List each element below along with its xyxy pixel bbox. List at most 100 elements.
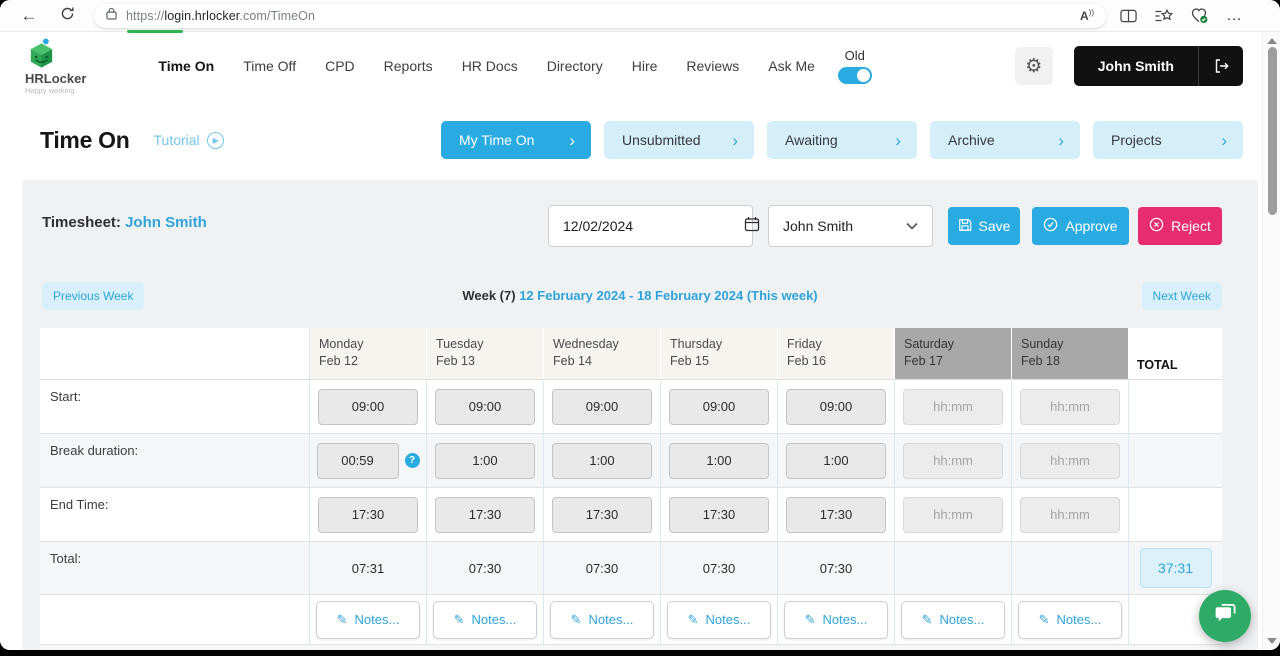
end-input-saturday[interactable]: [903, 497, 1003, 533]
next-week-button[interactable]: Next Week: [1142, 282, 1222, 310]
employee-select[interactable]: John Smith: [768, 205, 933, 247]
more-menu-icon[interactable]: …: [1226, 7, 1248, 25]
page-load-progress: [127, 30, 183, 33]
save-button[interactable]: Save: [948, 207, 1020, 245]
tab-unsubmitted[interactable]: Unsubmitted›: [604, 121, 754, 159]
read-aloud-icon[interactable]: A)): [1080, 8, 1094, 23]
start-input-sunday[interactable]: [1020, 389, 1120, 425]
check-circle-icon: [1043, 217, 1058, 235]
scrollbar-up-arrow[interactable]: [1267, 38, 1277, 44]
browser-toolbar: ← https://login.hrlocker.com/TimeOn A)): [0, 0, 1280, 32]
split-screen-icon[interactable]: [1120, 9, 1137, 23]
total-cell-total: 37:31: [1129, 542, 1222, 594]
start-input-friday[interactable]: [786, 389, 886, 425]
notes-button-monday[interactable]: ✎Notes...: [316, 601, 420, 639]
cell-start-thursday: [661, 380, 778, 433]
tab-awaiting[interactable]: Awaiting›: [767, 121, 917, 159]
tutorial-link[interactable]: Tutorial ▶: [154, 132, 224, 149]
cell-total-friday: 07:30: [778, 542, 895, 594]
end-input-friday[interactable]: [786, 497, 886, 533]
cell-total-tuesday: 07:30: [427, 542, 544, 594]
start-input-monday[interactable]: [318, 389, 418, 425]
end-input-sunday[interactable]: [1020, 497, 1120, 533]
end-input-tuesday[interactable]: [435, 497, 535, 533]
row-end: End Time:: [40, 488, 1222, 542]
break-input-monday[interactable]: [317, 443, 399, 479]
day-date: Feb 14: [553, 353, 592, 370]
nav-item-reviews[interactable]: Reviews: [686, 58, 739, 74]
end-input-monday[interactable]: [318, 497, 418, 533]
day-header-sunday: SundayFeb 18: [1012, 328, 1129, 379]
start-input-saturday[interactable]: [903, 389, 1003, 425]
break-input-saturday[interactable]: [903, 443, 1003, 479]
help-icon[interactable]: ?: [405, 453, 420, 468]
start-input-wednesday[interactable]: [552, 389, 652, 425]
page-scrollbar[interactable]: [1262, 32, 1280, 650]
cell-break-wednesday: [544, 434, 661, 487]
break-input-thursday[interactable]: [669, 443, 769, 479]
tab-projects[interactable]: Projects›: [1093, 121, 1243, 159]
notes-button-sunday[interactable]: ✎Notes...: [1018, 601, 1122, 639]
day-name: Thursday: [670, 336, 722, 353]
favorites-icon[interactable]: [1154, 8, 1173, 24]
address-bar[interactable]: https://login.hrlocker.com/TimeOn A)): [94, 4, 1106, 28]
browser-essentials-icon[interactable]: [1190, 7, 1209, 24]
nav-item-hr-docs[interactable]: HR Docs: [462, 58, 518, 74]
date-picker[interactable]: [548, 205, 753, 247]
user-menu-button[interactable]: John Smith: [1074, 46, 1243, 86]
cell-notes-sunday: ✎Notes...: [1012, 595, 1129, 644]
approve-button[interactable]: Approve: [1032, 207, 1129, 245]
nav-item-ask-me[interactable]: Ask Me: [768, 58, 815, 74]
chat-widget-button[interactable]: [1199, 590, 1251, 642]
browser-refresh-icon[interactable]: [56, 6, 78, 26]
nav-item-time-on[interactable]: Time On: [158, 58, 214, 74]
break-input-tuesday[interactable]: [435, 443, 535, 479]
notes-button-wednesday[interactable]: ✎Notes...: [550, 601, 654, 639]
start-input-tuesday[interactable]: [435, 389, 535, 425]
scrollbar-down-arrow[interactable]: [1267, 638, 1277, 644]
tab-label: Unsubmitted: [622, 132, 701, 148]
break-input-sunday[interactable]: [1020, 443, 1120, 479]
notes-label: Notes...: [472, 612, 517, 627]
total-cell-end: [1129, 488, 1222, 541]
day-header-monday: MondayFeb 12: [310, 328, 427, 379]
scrollbar-thumb[interactable]: [1268, 47, 1277, 215]
total-value-friday: 07:30: [820, 561, 853, 576]
logout-icon[interactable]: [1199, 46, 1243, 86]
timesheet-title: Timesheet: John Smith: [42, 214, 207, 231]
start-input-thursday[interactable]: [669, 389, 769, 425]
old-toggle-label: Old: [845, 48, 865, 63]
table-corner-cell: [40, 328, 310, 379]
browser-back-icon[interactable]: ←: [18, 6, 40, 26]
hrlocker-logo[interactable]: HRLocker Happy working.: [25, 38, 86, 95]
break-input-wednesday[interactable]: [552, 443, 652, 479]
notes-button-tuesday[interactable]: ✎Notes...: [433, 601, 537, 639]
old-toggle-switch[interactable]: [838, 67, 872, 84]
notes-label: Notes...: [355, 612, 400, 627]
notes-button-friday[interactable]: ✎Notes...: [784, 601, 888, 639]
nav-item-cpd[interactable]: CPD: [325, 58, 355, 74]
date-input[interactable]: [563, 218, 744, 234]
day-name: Wednesday: [553, 336, 619, 353]
notes-button-saturday[interactable]: ✎Notes...: [901, 601, 1005, 639]
reject-button[interactable]: Reject: [1138, 207, 1222, 245]
nav-item-time-off[interactable]: Time Off: [243, 58, 296, 74]
calendar-icon: [744, 216, 760, 237]
end-input-thursday[interactable]: [669, 497, 769, 533]
nav-item-directory[interactable]: Directory: [547, 58, 603, 74]
nav-item-reports[interactable]: Reports: [384, 58, 433, 74]
notes-button-thursday[interactable]: ✎Notes...: [667, 601, 771, 639]
total-value-monday: 07:31: [352, 561, 385, 576]
break-input-friday[interactable]: [786, 443, 886, 479]
row-break: Break duration:?: [40, 434, 1222, 488]
notes-label: Notes...: [940, 612, 985, 627]
settings-button[interactable]: ⚙: [1015, 47, 1053, 85]
logo-cube-icon: [25, 38, 58, 70]
end-input-wednesday[interactable]: [552, 497, 652, 533]
nav-item-hire[interactable]: Hire: [632, 58, 658, 74]
cell-start-friday: [778, 380, 895, 433]
tab-my-time-on[interactable]: My Time On›: [441, 121, 591, 159]
cell-notes-wednesday: ✎Notes...: [544, 595, 661, 644]
tab-archive[interactable]: Archive›: [930, 121, 1080, 159]
tab-label: Awaiting: [785, 132, 838, 148]
